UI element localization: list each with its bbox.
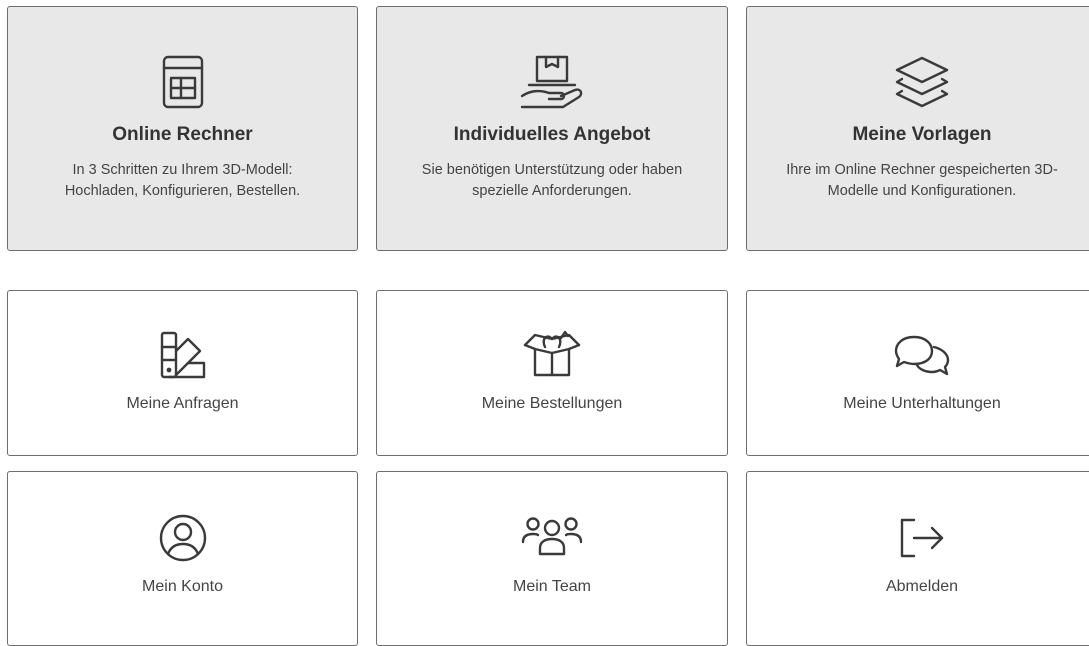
logout-icon xyxy=(896,512,948,564)
tile-label: Mein Konto xyxy=(142,578,223,595)
card-online-rechner[interactable]: Online Rechner In 3 Schritten zu Ihrem 3… xyxy=(7,6,358,251)
card-title: Online Rechner xyxy=(112,124,253,145)
calculator-icon xyxy=(161,54,205,110)
tile-meine-bestellungen[interactable]: Meine Bestellungen xyxy=(376,290,728,456)
tile-label: Meine Anfragen xyxy=(126,395,239,412)
tile-label: Mein Team xyxy=(513,578,591,595)
tile-meine-unterhaltungen[interactable]: Meine Unterhaltungen xyxy=(746,290,1089,456)
tile-meine-anfragen[interactable]: Meine Anfragen xyxy=(7,290,358,456)
desc-line-2: Hochladen, Konfigurieren, Bestellen. xyxy=(64,183,301,199)
desc-line-2: spezielle Anforderungen. xyxy=(472,183,632,199)
layers-icon xyxy=(892,54,952,110)
tile-abmelden[interactable]: Abmelden xyxy=(746,471,1089,646)
card-individuelles-angebot[interactable]: Individuelles Angebot Sie benötigen Unte… xyxy=(376,6,728,251)
user-circle-icon xyxy=(157,512,209,564)
swatch-icon xyxy=(158,329,208,381)
card-title: Individuelles Angebot xyxy=(453,124,651,145)
desc-line-1: Ihre im Online Rechner gespeicherten 3D- xyxy=(786,162,1058,178)
tile-mein-team[interactable]: Mein Team xyxy=(376,471,728,646)
card-description: In 3 Schritten zu Ihrem 3D-Modell: Hochl… xyxy=(57,160,308,202)
tile-mein-konto[interactable]: Mein Konto xyxy=(7,471,358,646)
tile-label: Meine Bestellungen xyxy=(481,395,623,412)
hand-box-icon xyxy=(519,54,585,110)
card-title: Meine Vorlagen xyxy=(852,124,992,145)
card-description: Sie benötigen Unterstützung oder haben s… xyxy=(414,160,690,202)
chat-bubbles-icon xyxy=(892,329,952,381)
open-box-icon xyxy=(521,329,583,381)
card-description: Ihre im Online Rechner gespeicherten 3D-… xyxy=(778,160,1066,202)
desc-line-1: In 3 Schritten zu Ihrem 3D-Modell: xyxy=(72,162,293,178)
tile-label: Abmelden xyxy=(885,578,959,595)
desc-line-1: Sie benötigen Unterstützung oder haben xyxy=(421,162,683,178)
desc-line-2: Modelle und Konfigurationen. xyxy=(827,183,1017,199)
card-meine-vorlagen[interactable]: Meine Vorlagen Ihre im Online Rechner ge… xyxy=(746,6,1089,251)
team-icon xyxy=(520,512,584,564)
tile-label: Meine Unterhaltungen xyxy=(843,395,1001,412)
